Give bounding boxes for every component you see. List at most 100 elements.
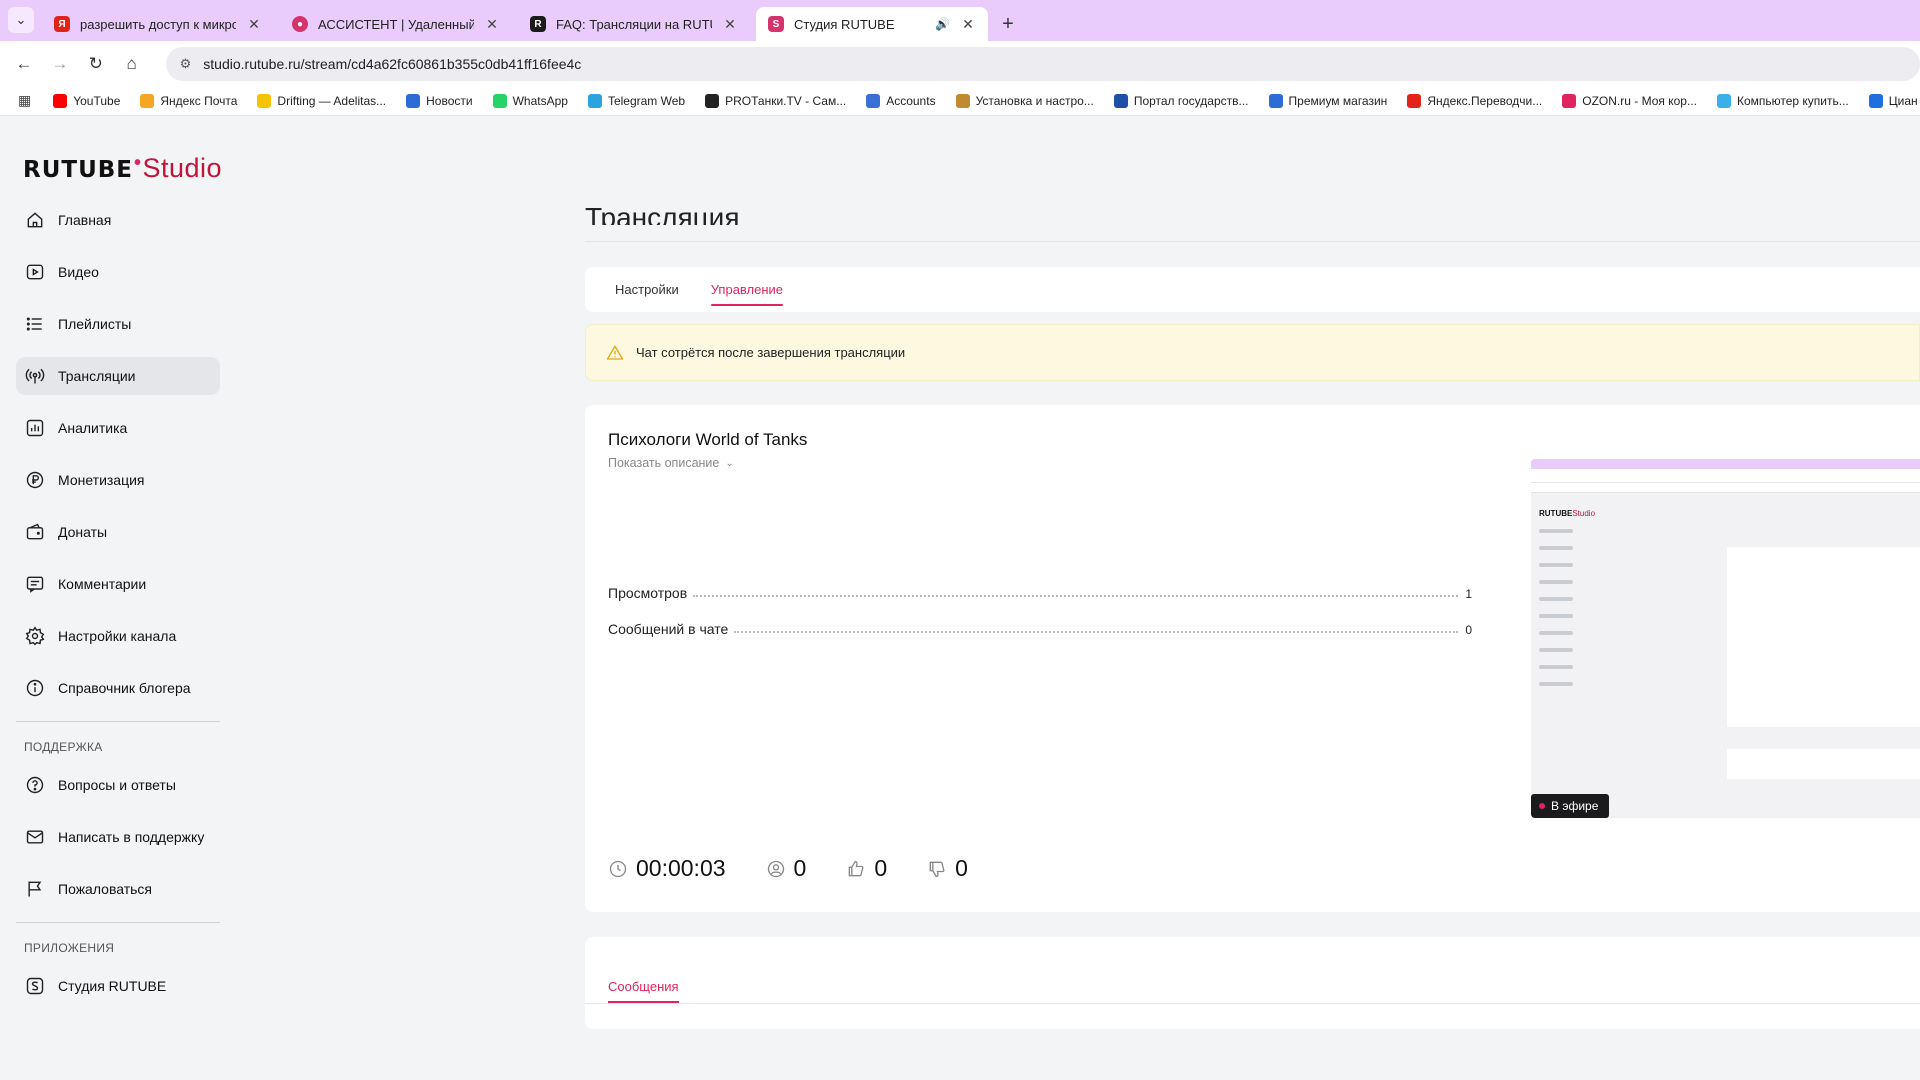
sidebar-item-label: Комментарии	[58, 576, 147, 592]
bookmark-label: Яндекс.Переводчи...	[1427, 93, 1543, 108]
sidebar-item-home[interactable]: Главная	[16, 201, 220, 239]
likes-value: 0	[874, 855, 888, 881]
clock-icon	[609, 860, 627, 877]
tab-management[interactable]: Управление	[710, 267, 784, 312]
live-badge: В эфире	[1531, 794, 1609, 818]
messages-divider	[585, 1003, 1920, 1004]
analytics-icon	[24, 417, 46, 439]
yandex-icon: Я	[54, 16, 70, 32]
sidebar-section-apps: ПРИЛОЖЕНИЯ	[24, 941, 115, 955]
apps-grid-icon[interactable]: ▦	[18, 92, 31, 109]
sidebar-item-studio-app[interactable]: Студия RUTUBE	[16, 967, 220, 1005]
preview-logo: RUTUBEStudio	[1539, 509, 1596, 518]
bookmark-item[interactable]: Яндекс Почта	[140, 93, 237, 108]
site-settings-icon[interactable]: ⚙	[180, 56, 192, 72]
bookmark-item[interactable]: WhatsApp	[492, 93, 568, 108]
back-icon[interactable]: ←	[10, 50, 38, 78]
studio-app-icon	[24, 975, 46, 997]
thumbs-down-icon	[929, 861, 945, 877]
bookmark-item[interactable]: Премиум магазин	[1268, 93, 1388, 108]
close-icon[interactable]: ✕	[960, 16, 976, 33]
bookmark-item[interactable]: YouTube	[53, 93, 120, 108]
dislikes-value: 0	[955, 855, 968, 881]
metric-duration: 00:00:03	[608, 855, 726, 882]
telegram-icon	[587, 93, 602, 108]
bookmark-item[interactable]: Telegram Web	[587, 93, 685, 108]
sidebar-item-comment[interactable]: Комментарии	[16, 565, 220, 603]
browser-tab-active[interactable]: S Студия RUTUBE 🔊 ✕	[756, 7, 988, 41]
bookmark-item[interactable]: Новости	[406, 93, 473, 108]
speaker-icon[interactable]: 🔊	[935, 17, 950, 31]
bookmark-item[interactable]: Портал государств...	[1113, 93, 1249, 108]
bookmark-item[interactable]: OZON.ru - Моя кор...	[1562, 93, 1697, 108]
tab-search-button[interactable]: ⌄	[8, 7, 34, 33]
bookmark-label: Премиум магазин	[1288, 93, 1388, 108]
reload-icon[interactable]: ↻	[82, 50, 110, 78]
youtube-icon	[53, 93, 68, 108]
sidebar-item-playlist[interactable]: Плейлисты	[16, 305, 220, 343]
bookmark-item[interactable]: Яндекс.Переводчи...	[1407, 93, 1543, 108]
sidebar-item-mail[interactable]: Написать в поддержку	[16, 818, 220, 856]
vk-icon	[406, 93, 421, 108]
bookmark-item[interactable]: Drifting — Adelitas...	[257, 93, 386, 108]
bookmark-label: Компьютер купить...	[1736, 93, 1849, 108]
stream-title: Психологи World of Tanks	[608, 430, 808, 449]
show-description-toggle[interactable]: Показать описание ⌄	[608, 456, 734, 470]
sidebar-item-label: Написать в поддержку	[58, 829, 205, 845]
computer-icon	[1716, 93, 1731, 108]
sun-icon	[257, 93, 272, 108]
chat-warning-alert: Чат сотрётся после завершения трансляции	[585, 324, 1920, 381]
browser-toolbar: ← → ↻ ⌂ ⚙ studio.rutube.ru/stream/cd4a62…	[0, 41, 1920, 86]
rutube-studio-logo[interactable]: RUTUBE • Studio	[23, 152, 222, 184]
whatsapp-icon	[492, 93, 507, 108]
address-bar[interactable]: ⚙ studio.rutube.ru/stream/cd4a62fc60861b…	[165, 46, 1920, 81]
assistant-icon: ●	[292, 16, 308, 32]
sidebar-item-video[interactable]: Видео	[16, 253, 220, 291]
sidebar-item-label: Студия RUTUBE	[58, 978, 167, 994]
browser-tab-bar: ⌄ Я разрешить доступ к микрофону ✕ ● АСС…	[0, 0, 1920, 41]
sidebar-item-wallet[interactable]: Донаты	[16, 513, 220, 551]
live-badge-label: В эфире	[1551, 799, 1599, 813]
bookmark-item[interactable]: Установка и настро...	[955, 93, 1094, 108]
logo-dot: •	[134, 152, 142, 174]
sidebar-item-question[interactable]: Вопросы и ответы	[16, 766, 220, 804]
close-icon[interactable]: ✕	[246, 16, 262, 33]
bookmark-item[interactable]: Циан -	[1868, 93, 1920, 108]
rutube-studio-icon: S	[768, 16, 784, 32]
preview-tabbar	[1531, 459, 1920, 469]
new-tab-button[interactable]: +	[994, 7, 1022, 41]
sidebar-item-analytics[interactable]: Аналитика	[16, 409, 220, 447]
preview-main	[1727, 547, 1920, 727]
preview-sidebar	[1539, 529, 1609, 699]
wallet-icon	[24, 521, 46, 543]
bookmark-item[interactable]: Accounts	[866, 93, 936, 108]
close-icon[interactable]: ✕	[484, 16, 500, 33]
forward-icon[interactable]: →	[46, 50, 74, 78]
metric-viewers: 0	[766, 855, 807, 882]
sidebar-item-broadcast[interactable]: Трансляции	[16, 357, 220, 395]
viewer-icon	[767, 860, 784, 877]
sidebar-item-info[interactable]: Справочник блогера	[16, 669, 220, 707]
tab-settings[interactable]: Настройки	[615, 267, 679, 312]
info-icon	[24, 677, 46, 699]
sidebar-item-gear[interactable]: Настройки канала	[16, 617, 220, 655]
browser-tab[interactable]: Я разрешить доступ к микрофону ✕	[42, 7, 274, 41]
sidebar-item-ruble[interactable]: Монетизация	[16, 461, 220, 499]
comment-icon	[24, 573, 46, 595]
bookmark-label: Установка и настро...	[975, 93, 1094, 108]
sidebar-divider	[16, 922, 220, 923]
viewers-value: 0	[793, 855, 807, 881]
close-icon[interactable]: ✕	[722, 16, 738, 33]
stream-preview[interactable]: RUTUBEStudio В эфире	[1531, 459, 1920, 818]
bookmark-item[interactable]: Компьютер купить...	[1716, 93, 1849, 108]
tab-messages[interactable]: Сообщения	[608, 969, 679, 1003]
bookmark-label: Циан -	[1888, 93, 1920, 108]
sidebar-item-flag[interactable]: Пожаловаться	[16, 870, 220, 908]
ruble-icon	[24, 469, 46, 491]
browser-tab[interactable]: R FAQ: Трансляции на RUTUBE ✕	[518, 7, 750, 41]
home-icon	[24, 209, 46, 231]
sidebar-item-label: Настройки канала	[58, 628, 177, 644]
bookmark-item[interactable]: PROТанки.TV - Сам...	[705, 93, 846, 108]
home-button-icon[interactable]: ⌂	[118, 50, 146, 78]
browser-tab[interactable]: ● АССИСТЕНТ | Удаленный доступ ✕	[280, 7, 512, 41]
